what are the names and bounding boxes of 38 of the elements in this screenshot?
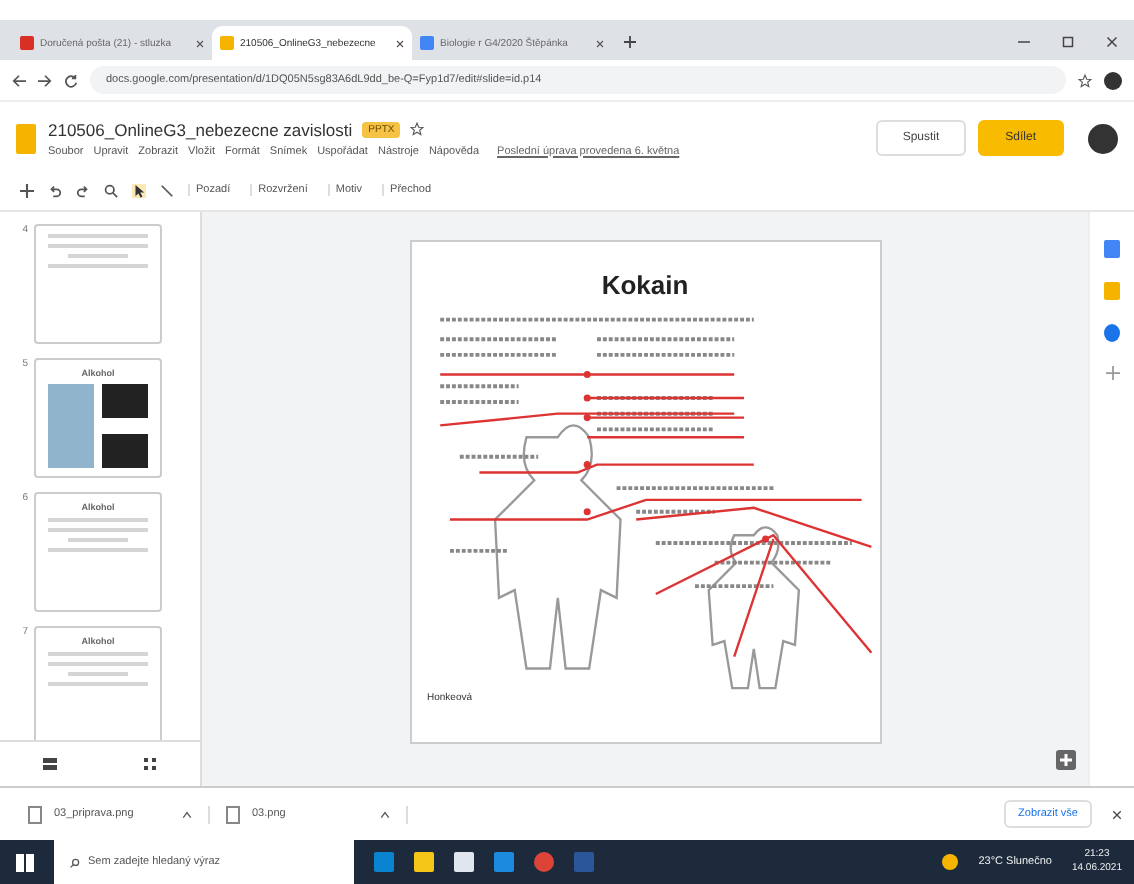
close-icon[interactable] — [396, 39, 404, 47]
plus-icon[interactable] — [20, 183, 34, 197]
maximize-icon[interactable] — [1062, 36, 1074, 48]
reload-icon[interactable] — [64, 73, 78, 87]
star-icon[interactable] — [410, 122, 425, 136]
avatar-icon[interactable] — [1104, 71, 1122, 89]
windows-start-icon[interactable] — [16, 853, 34, 871]
close-icon[interactable] — [196, 39, 204, 47]
undo-icon[interactable] — [48, 183, 62, 197]
slide-title: Kokain — [601, 270, 689, 300]
search-icon — [70, 857, 80, 867]
new-tab-icon[interactable] — [624, 36, 636, 48]
grid-view-icon[interactable] — [142, 756, 158, 772]
redo-icon[interactable] — [76, 183, 90, 197]
add-icon[interactable] — [1105, 366, 1119, 380]
line-icon[interactable] — [160, 183, 174, 197]
slide-thumbnail[interactable] — [34, 224, 162, 344]
weather-icon[interactable] — [942, 854, 959, 870]
avatar-icon[interactable] — [1088, 123, 1118, 153]
filmstrip-view-icon[interactable] — [42, 756, 58, 772]
back-icon[interactable] — [12, 73, 26, 87]
tab-favicon-icon — [420, 36, 434, 50]
file-icon — [226, 805, 240, 823]
close-icon[interactable] — [1112, 809, 1122, 819]
tab-favicon-icon — [220, 36, 234, 50]
caret-icon[interactable] — [380, 809, 390, 819]
close-icon[interactable] — [596, 39, 604, 47]
cursor-icon[interactable] — [132, 183, 146, 197]
zoom-icon[interactable] — [104, 183, 118, 197]
document-title[interactable]: 210506_OnlineG3_nebezecne zavislosti — [48, 119, 353, 139]
minimize-icon[interactable] — [1018, 36, 1030, 48]
tab-favicon-icon — [20, 36, 34, 50]
forward-icon[interactable] — [38, 73, 52, 87]
caret-icon[interactable] — [182, 809, 192, 819]
explore-icon[interactable] — [1056, 750, 1076, 770]
star-icon[interactable] — [1078, 73, 1092, 87]
close-icon[interactable] — [1106, 36, 1118, 48]
file-icon — [28, 805, 42, 823]
